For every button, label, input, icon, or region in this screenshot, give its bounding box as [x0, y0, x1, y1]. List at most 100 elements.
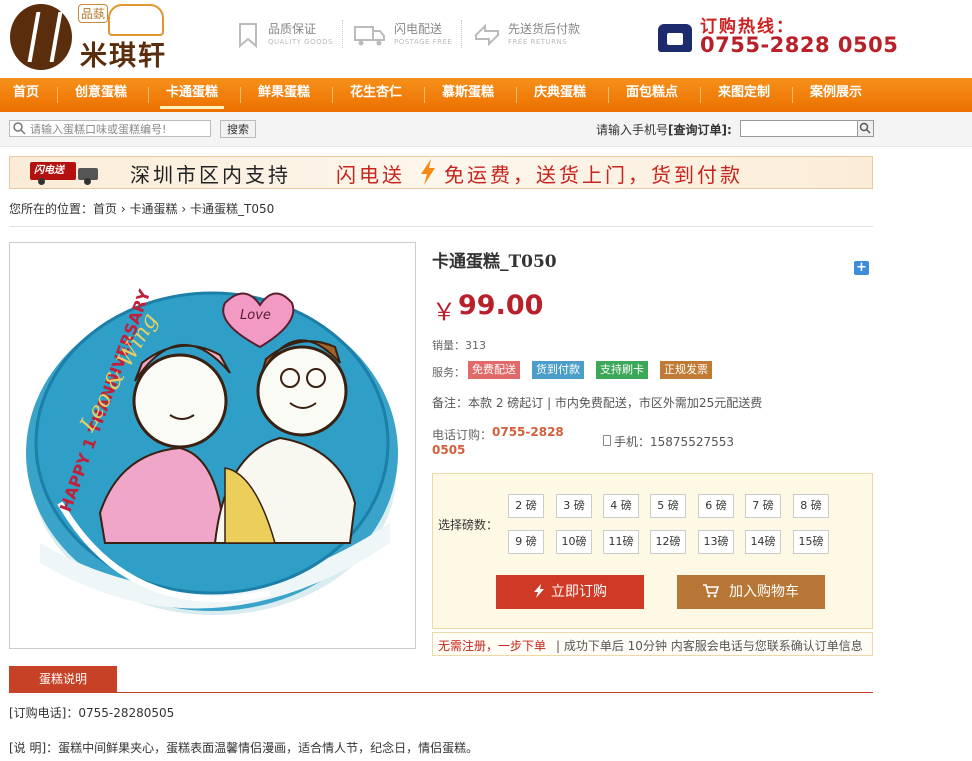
feature-sub: POSTAGE FREE — [394, 38, 453, 46]
search-button[interactable]: 搜索 — [220, 120, 256, 138]
weight-option-12[interactable]: 12磅 — [650, 530, 686, 554]
weight-option-15[interactable]: 15磅 — [793, 530, 829, 554]
buy-now-button[interactable]: 立即订购 — [496, 575, 644, 609]
nav-divider — [700, 87, 701, 103]
banner-text-express: 闪电送 — [336, 163, 405, 187]
weight-option-9[interactable]: 9 磅 — [508, 530, 544, 554]
nav-item-home[interactable]: 首页 — [13, 78, 39, 112]
mobile-number: 15875527553 — [650, 435, 734, 449]
chef-hat-icon — [108, 4, 164, 36]
truck-icon — [354, 22, 385, 46]
query-search-button[interactable] — [857, 120, 874, 137]
tab-cake-description[interactable]: 蛋糕说明 — [9, 666, 117, 692]
truck-label: 闪电送 — [30, 162, 76, 180]
breadcrumb-prefix: 您所在的位置： — [9, 202, 94, 216]
nav-divider — [240, 87, 241, 103]
service-badge-invoice: 正规发票 — [660, 361, 712, 379]
feature-delivery: 闪电配送 POSTAGE FREE — [354, 20, 454, 54]
banner-text-area: 深圳市区内支持 — [130, 163, 291, 187]
logo-mark[interactable] — [10, 4, 72, 70]
mobile-phone-icon — [603, 435, 611, 446]
add-to-cart-button[interactable]: 加入购物车 — [677, 575, 825, 609]
weight-option-13[interactable]: 13磅 — [698, 530, 734, 554]
search-icon — [12, 121, 26, 135]
chevron-right-icon: › — [181, 202, 187, 216]
weight-option-2[interactable]: 2 磅 — [508, 494, 544, 518]
cake-text-love: Love — [240, 308, 271, 323]
feature-title: 品质保证 — [268, 22, 317, 36]
tel-number-part2: 0505 — [432, 443, 466, 457]
nav-divider — [516, 87, 517, 103]
weight-option-7[interactable]: 7 磅 — [745, 494, 781, 518]
nav-item-mousse[interactable]: 慕斯蛋糕 — [442, 78, 494, 112]
description-text: [说 明]：蛋糕中间鲜果夹心，蛋糕表面温馨情侣漫画，适合情人节，纪念日，情侣蛋糕… — [9, 741, 479, 755]
buy-now-label: 立即订购 — [551, 584, 607, 600]
bookmark-icon — [236, 22, 260, 49]
breadcrumb-current[interactable]: 卡通蛋糕_T050 — [190, 202, 274, 216]
logo-text[interactable]: 米琪轩 — [80, 34, 167, 73]
nav-divider — [332, 87, 333, 103]
feature-returns: 先送货后付款 FREE RETURNS — [472, 20, 592, 54]
breadcrumb-home[interactable]: 首页 — [93, 202, 117, 216]
mobile-row: 手机：15875527553 — [614, 433, 734, 450]
service-badge-cod: 货到付款 — [532, 361, 584, 379]
plus-icon[interactable]: + — [854, 261, 869, 275]
weight-option-8[interactable]: 8 磅 — [793, 494, 829, 518]
nav-divider — [424, 87, 425, 103]
nav-divider — [57, 87, 58, 103]
service-badge-free-delivery: 免费配送 — [468, 361, 520, 379]
weight-option-6[interactable]: 6 磅 — [698, 494, 734, 518]
tel-label: 电话订购： — [432, 428, 493, 442]
divider — [9, 226, 873, 227]
quick-order-tip: 无需注册，一步下单 — [438, 639, 547, 653]
breadcrumb-category[interactable]: 卡通蛋糕 — [130, 202, 178, 216]
weight-label: 选择磅数： — [438, 518, 499, 532]
service-badge-card: 支持刷卡 — [596, 361, 648, 379]
weight-option-4[interactable]: 4 磅 — [603, 494, 639, 518]
currency-symbol: ￥ — [432, 298, 456, 326]
feature-quality: 品质保证 QUALITY GOODS — [236, 20, 336, 54]
tab-underline — [9, 692, 873, 693]
feature-title: 闪电配送 — [394, 22, 443, 36]
lightning-icon — [418, 158, 438, 186]
order-query-link[interactable]: [查询订单]: — [668, 123, 732, 137]
sales-label: 销量： — [432, 339, 465, 352]
weight-option-3[interactable]: 3 磅 — [556, 494, 592, 518]
weight-option-11[interactable]: 11磅 — [603, 530, 639, 554]
weight-option-5[interactable]: 5 磅 — [650, 494, 686, 518]
nav-item-peanut[interactable]: 花生杏仁 — [350, 78, 402, 112]
divider — [461, 20, 463, 48]
description-phone: [订购电话]：0755-28280505 — [9, 706, 175, 720]
sales-count: 313 — [465, 339, 486, 352]
main-nav: 首页 创意蛋糕 卡通蛋糕 鲜果蛋糕 花生杏仁 慕斯蛋糕 庆典蛋糕 面包糕点 来图… — [0, 78, 972, 112]
product-image[interactable]: HAPPY 1 THANNIVERSARY Leo & Wing Love — [9, 242, 416, 649]
nav-item-cases[interactable]: 案例展示 — [810, 78, 862, 112]
order-query-label: 请输入手机号[查询订单]: — [596, 121, 732, 138]
feature-title: 先送货后付款 — [508, 22, 581, 36]
mobile-label: 手机： — [614, 435, 651, 449]
nav-item-cartoon[interactable]: 卡通蛋糕 — [159, 78, 225, 112]
return-arrows-icon — [472, 22, 500, 47]
order-note: 备注：本款 2 磅起订 | 市内免费配送，市区外需加25元配送费 — [432, 396, 763, 410]
order-confirm-tip: | 成功下单后 10分钟 内客服会电话与您联系确认订单信息 — [556, 639, 863, 653]
nav-item-creative[interactable]: 创意蛋糕 — [75, 78, 127, 112]
nav-divider — [792, 87, 793, 103]
weight-option-10[interactable]: 10磅 — [556, 530, 592, 554]
chevron-right-icon: › — [120, 202, 126, 216]
nav-item-bread[interactable]: 面包糕点 — [626, 78, 678, 112]
nav-item-celebration[interactable]: 庆典蛋糕 — [534, 78, 586, 112]
product-price: 99.00 — [458, 290, 544, 321]
nav-item-custom[interactable]: 来图定制 — [718, 78, 770, 112]
nav-divider — [608, 87, 609, 103]
weight-option-14[interactable]: 14磅 — [745, 530, 781, 554]
nav-item-fruit[interactable]: 鲜果蛋糕 — [258, 78, 310, 112]
logo-seal: 品蓺 — [78, 4, 109, 23]
feature-sub: FREE RETURNS — [508, 38, 568, 46]
sales-row: 销量：313 — [432, 337, 486, 353]
breadcrumb: 您所在的位置：首页 › 卡通蛋糕 › 卡通蛋糕_T050 — [9, 200, 274, 217]
divider — [342, 20, 344, 48]
telephone-icon — [658, 24, 692, 52]
search-input[interactable]: 请输入蛋糕口味或蛋糕编号! — [9, 120, 211, 137]
tel-number-part1: 0755-2828 — [492, 425, 564, 439]
phone-query-input[interactable] — [740, 120, 858, 137]
